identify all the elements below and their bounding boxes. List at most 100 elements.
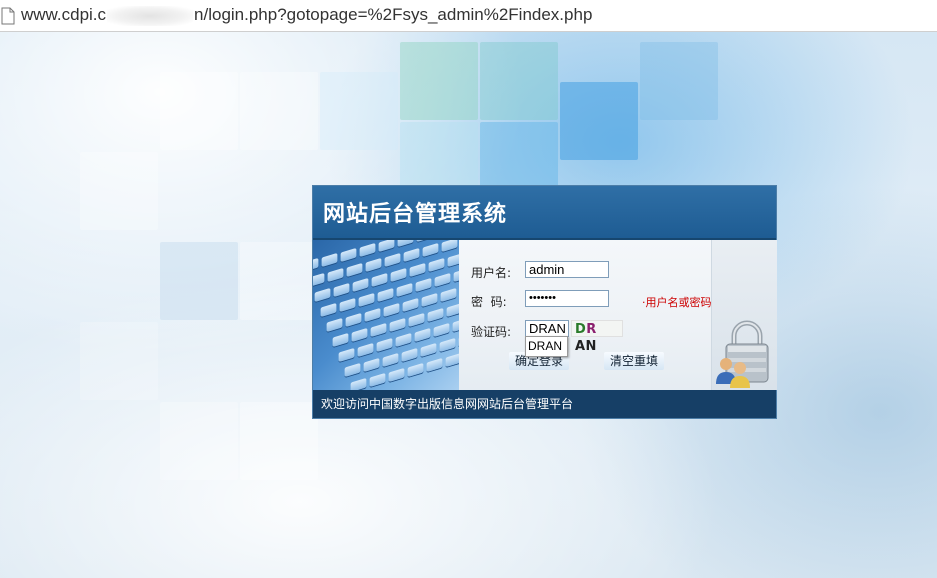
keyboard-key <box>401 347 418 363</box>
captcha-input[interactable]: DRAN <box>525 320 569 337</box>
keyboard-key <box>416 240 433 243</box>
keyboard-key <box>326 317 343 333</box>
keyboard-key <box>332 332 349 348</box>
username-label: 用户名: <box>471 266 512 280</box>
login-form: 用户名: admin 密 码: ••••••• ·用户名或密码错误 验证码: D… <box>459 240 734 390</box>
keyboard-key <box>388 367 405 383</box>
url-redacted-region <box>107 5 194 26</box>
address-bar[interactable]: www.cdpi.c n/login.php?gotopage=%2Fsys_ad… <box>0 0 937 32</box>
autocomplete-dropdown[interactable]: DRAN <box>525 336 568 357</box>
keyboard-key <box>350 377 367 390</box>
keyboard-key <box>340 247 357 263</box>
keyboard-key <box>376 337 393 353</box>
keyboard-key <box>408 312 425 328</box>
keyboard-key <box>441 240 458 253</box>
keyboard-key <box>420 342 437 358</box>
keyboard-key <box>414 327 431 343</box>
keyboard-key <box>377 287 394 303</box>
username-input[interactable]: admin <box>525 261 609 278</box>
keyboard-key <box>313 257 319 273</box>
keyboard-key <box>370 322 387 338</box>
bg-tile <box>80 322 158 400</box>
keyboard-key <box>447 252 459 268</box>
bg-tile <box>640 42 718 120</box>
keyboard-key <box>397 240 414 248</box>
keyboard-key <box>333 282 350 298</box>
keyboard-key <box>434 272 451 288</box>
page-icon <box>1 7 15 25</box>
password-label: 密 码: <box>471 295 507 309</box>
reset-button[interactable]: 清空重填 <box>604 352 664 370</box>
captcha-image[interactable]: DR AN <box>571 320 623 354</box>
keyboard-key <box>445 352 459 368</box>
keyboard-key <box>407 362 424 378</box>
login-panel: 网站后台管理系统 用户名: admin 密 码: ••••••• ·用户名或密码… <box>312 185 777 419</box>
keyboard-key <box>428 257 445 273</box>
keyboard-key <box>378 240 395 253</box>
login-footer: 欢迎访问中国数字出版信息网网站后台管理平台 <box>313 390 776 418</box>
bg-tile <box>160 72 238 150</box>
footer-text: 欢迎访问中国数字出版信息网网站后台管理平台 <box>321 397 574 411</box>
keyboard-key <box>415 277 432 293</box>
keyboard-key <box>365 257 382 273</box>
bg-tile <box>480 42 558 120</box>
keyboard-key <box>369 372 386 388</box>
bg-tile <box>240 72 318 150</box>
keyboard-key <box>364 307 381 323</box>
keyboard-key <box>403 247 420 263</box>
bg-tile <box>80 152 158 230</box>
keyboard-key <box>446 302 459 318</box>
login-title: 网站后台管理系统 <box>323 201 508 227</box>
keyboard-key <box>396 282 413 298</box>
keyboard-key <box>395 332 412 348</box>
keyboard-key <box>363 357 380 373</box>
keyboard-key <box>321 252 338 268</box>
bg-tile <box>320 72 398 150</box>
lock-area <box>711 240 777 390</box>
keyboard-image <box>313 240 459 390</box>
keyboard-key <box>344 362 361 378</box>
bg-tile <box>240 402 318 480</box>
keyboard-key <box>314 287 331 303</box>
bg-tile <box>160 402 238 480</box>
captcha-char: D <box>575 322 587 337</box>
keyboard-key <box>339 297 356 313</box>
keyboard-key <box>359 242 376 258</box>
padlock-users-icon <box>714 316 778 392</box>
url-suffix: n/login.php?gotopage=%2Fsys_admin%2Finde… <box>194 5 593 25</box>
keyboard-key <box>382 352 399 368</box>
keyboard-key <box>384 252 401 268</box>
keyboard-key <box>433 322 450 338</box>
bg-tile <box>400 42 478 120</box>
keyboard-key <box>345 312 362 328</box>
keyboard-key <box>327 267 344 283</box>
keyboard-key <box>440 287 457 303</box>
keyboard-key <box>338 347 355 363</box>
keyboard-key <box>422 242 439 258</box>
keyboard-key <box>383 302 400 318</box>
keyboard-key <box>358 292 375 308</box>
keyboard-key <box>390 267 407 283</box>
keyboard-key <box>346 262 363 278</box>
url-text[interactable]: www.cdpi.c n/login.php?gotopage=%2Fsys_ad… <box>21 5 592 26</box>
keyboard-key <box>421 292 438 308</box>
url-prefix: www.cdpi.c <box>21 5 107 25</box>
keyboard-key <box>357 342 374 358</box>
login-header: 网站后台管理系统 <box>313 186 776 240</box>
captcha-char: R <box>586 322 597 337</box>
keyboard-key <box>371 272 388 288</box>
keyboard-key <box>313 272 325 288</box>
keyboard-key <box>426 357 443 373</box>
bg-tile <box>240 242 318 320</box>
keyboard-key <box>427 307 444 323</box>
keyboard-key <box>402 297 419 313</box>
keyboard-key <box>439 337 456 353</box>
bg-tile <box>560 82 638 160</box>
password-input[interactable]: ••••••• <box>525 290 609 307</box>
keyboard-key <box>409 262 426 278</box>
captcha-char: AN <box>575 339 597 354</box>
keyboard-key <box>351 327 368 343</box>
bg-tile <box>160 242 238 320</box>
captcha-label: 验证码: <box>471 325 512 339</box>
keyboard-key <box>320 302 337 318</box>
